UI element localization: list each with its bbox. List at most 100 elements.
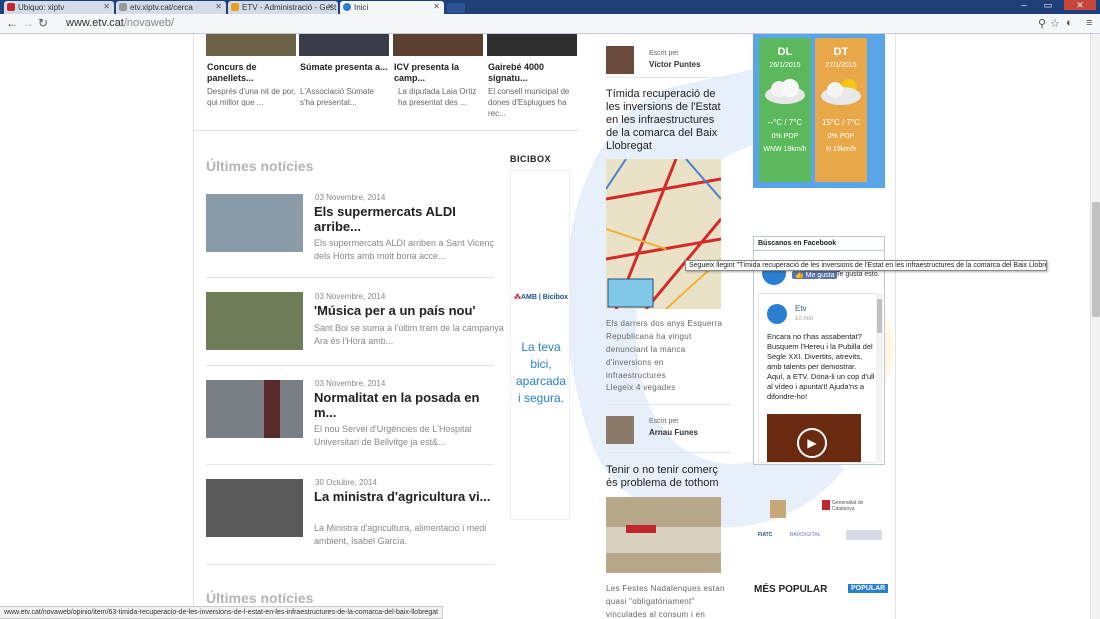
author-name[interactable]: Víctor Puntes	[649, 60, 701, 69]
tab-close-icon[interactable]: ✕	[215, 2, 222, 11]
divider	[606, 452, 731, 453]
back-arrow-icon[interactable]: ←	[6, 16, 18, 30]
cloud-icon	[765, 79, 805, 104]
tab-close-icon[interactable]: ✕	[433, 2, 440, 11]
opinion-title-link[interactable]: Tímida recuperació de les inversions de …	[606, 88, 726, 153]
extension-icon[interactable]: ◐	[1066, 17, 1073, 29]
weather-wind: N 19km/h	[826, 146, 856, 153]
news-date: 03 Novembre, 2014	[315, 292, 386, 301]
extension-icon[interactable]: ⚲	[1038, 17, 1046, 30]
generalitat-label: Generalitat de Catalunya	[832, 500, 864, 512]
article-thumbnail[interactable]	[206, 34, 296, 56]
new-tab-button[interactable]	[447, 3, 465, 13]
reload-icon[interactable]: ↻	[38, 16, 48, 30]
bicibox-heading: BICIBOX	[510, 154, 552, 164]
facebook-likes-text: Te gusta esto.	[836, 271, 880, 278]
tab-favicon-icon	[231, 3, 239, 11]
section-heading: Últimes notícies	[206, 590, 314, 606]
divider	[206, 277, 494, 278]
sponsor-logos: Generalitat de Catalunya FIATC BAIXDIGIT…	[758, 496, 890, 554]
address-bar[interactable]: www.etv.cat/novaweb/	[66, 17, 174, 29]
news-image[interactable]	[206, 380, 303, 438]
amb-bicibox-logo: ⁂AMB | Bicibox	[513, 294, 569, 301]
article-excerpt: L'Associació Súmate s'ha presentat...	[300, 87, 375, 107]
play-icon[interactable]: ▶	[797, 428, 827, 458]
browser-nav-bar: ← → ↻ www.etv.cat/novaweb/ ⚲ ☆ ◐ ≡	[0, 14, 1100, 34]
divider	[206, 464, 494, 465]
article-title-link[interactable]: Súmate presenta a...	[300, 62, 388, 73]
post-author[interactable]: Etv	[795, 304, 807, 313]
divider	[606, 404, 731, 405]
weather-day: DL 26/1/2015 --°C / 7°C 0% POP WNW 19km/…	[759, 38, 811, 182]
news-title-link[interactable]: Els supermercats ALDI arribe...	[314, 204, 484, 234]
divider	[206, 365, 494, 366]
opinion-excerpt: Les Festes Nadalenques estan quasi "obli…	[606, 584, 725, 619]
author-avatar	[606, 46, 634, 74]
browser-tab[interactable]: Ubiquo: xiptv ✕	[4, 1, 114, 14]
close-window-icon[interactable]: ✕	[1064, 0, 1096, 10]
weather-temp: --°C / 7°C	[767, 118, 803, 127]
post-author-avatar	[767, 304, 787, 324]
menu-icon[interactable]: ≡	[1086, 17, 1092, 29]
weather-day-name: DL	[777, 46, 793, 58]
weather-day: DT 27/1/2015 15°C / 7°C 0% POP N 19km/h	[815, 38, 867, 182]
tab-favicon-icon	[119, 3, 127, 11]
baixdigital-label[interactable]: BAIXDIGITAL	[790, 532, 820, 538]
article-thumbnail[interactable]	[393, 34, 483, 56]
tab-close-icon[interactable]: ✕	[327, 2, 334, 11]
tab-close-icon[interactable]: ✕	[103, 2, 110, 11]
written-by-label: Escrit per	[649, 50, 679, 57]
tab-favicon-icon	[7, 3, 15, 11]
link-tooltip: Segueix llegint "Tímida recuperació de l…	[685, 260, 1047, 271]
popular-badge[interactable]: POPULAR	[848, 584, 889, 593]
browser-tab-active[interactable]: Inici ✕	[340, 1, 444, 14]
news-image[interactable]	[206, 479, 303, 537]
ajuntament-logo-icon[interactable]	[846, 530, 882, 540]
popular-heading: MÉS POPULAR	[754, 584, 828, 595]
article-thumbnail[interactable]	[487, 34, 577, 56]
article-excerpt: La diputada Laia Ortiz ha presentat des …	[398, 87, 477, 107]
facebook-like-button[interactable]: 👍 Me gusta	[792, 271, 838, 279]
maximize-icon[interactable]: ▭	[1038, 0, 1058, 10]
news-title-link[interactable]: Normalitat en la posada en m...	[314, 390, 494, 420]
article-title-link[interactable]: Concurs de panellets...	[207, 62, 292, 84]
weather-pop: 0% POP	[827, 133, 855, 140]
generalitat-logo-icon[interactable]	[822, 500, 830, 510]
facebook-scrollbar[interactable]	[876, 293, 883, 463]
article-excerpt: Després d'una nit de por, qui millor que…	[207, 87, 296, 107]
written-by-label: Escrit per	[649, 418, 679, 425]
section-heading: Últimes notícies	[206, 158, 314, 174]
browser-tab[interactable]: etv.xiptv.cat/cerca ✕	[116, 1, 226, 14]
news-image[interactable]	[206, 194, 303, 252]
fiatc-label[interactable]: FIATC	[758, 532, 772, 538]
forward-arrow-icon[interactable]: →	[22, 16, 34, 30]
news-title-link[interactable]: 'Música per a un país nou'	[314, 303, 494, 318]
article-title-link[interactable]: Gairebé 4000 signatu...	[488, 62, 573, 84]
article-thumbnail[interactable]	[299, 34, 389, 56]
page-scrollbar[interactable]	[1090, 34, 1100, 619]
news-title-link[interactable]: La ministra d'agricultura vi...	[314, 489, 494, 504]
minimize-icon[interactable]: –	[1014, 0, 1034, 10]
weather-temp: 15°C / 7°C	[822, 118, 860, 127]
browser-tab[interactable]: ETV - Administració - Gest ✕	[228, 1, 338, 14]
bicibox-ad[interactable]: ⁂AMB | Bicibox La teva bici, aparcada i …	[510, 170, 570, 520]
scrollbar-thumb[interactable]	[1092, 202, 1100, 317]
article-title-link[interactable]: ICV presenta la camp...	[394, 62, 479, 84]
weather-date: 26/1/2015	[769, 62, 801, 69]
store-photo-image[interactable]	[606, 497, 721, 573]
road-map-image[interactable]	[606, 159, 721, 309]
tab-label: Inici	[354, 3, 369, 12]
municipal-shield-icon[interactable]	[770, 500, 786, 518]
weather-day-name: DT	[833, 46, 849, 58]
opinion-title-link[interactable]: Tenir o no tenir comerç és problema de t…	[606, 464, 726, 490]
news-image[interactable]	[206, 292, 303, 350]
facebook-heading: Búscanos en Facebook	[758, 240, 837, 247]
bookmark-star-icon[interactable]: ☆	[1050, 17, 1060, 30]
news-date: 03 Novembre, 2014	[315, 193, 386, 202]
news-date: 30 Octubre, 2014	[315, 478, 377, 487]
author-name[interactable]: Arnau Funes	[649, 428, 698, 437]
divider	[606, 77, 731, 78]
opinion-excerpt: Els darrers dos anys Esquerra Republican…	[606, 319, 723, 380]
post-video-thumbnail[interactable]: ▶	[767, 414, 861, 462]
weather-wind: WNW 19km/h	[763, 146, 807, 153]
